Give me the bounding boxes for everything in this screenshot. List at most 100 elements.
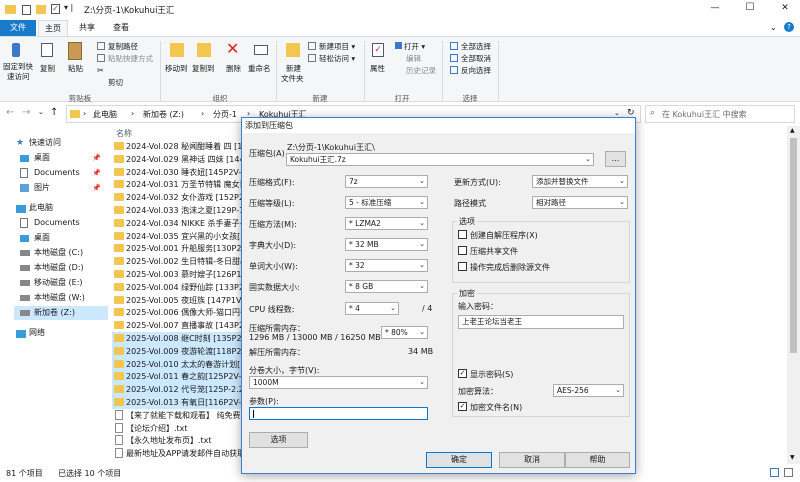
ribbon-collapse-icon[interactable]: ⌄: [770, 23, 777, 32]
file-row[interactable]: 【论坛介绍】.txt: [112, 422, 252, 435]
nav-disk-c[interactable]: 本地磁盘 (C:): [34, 246, 83, 260]
file-row[interactable]: 2024-Vol.034 NIKKE 杀手妻子-光: [112, 217, 252, 230]
history-button[interactable]: 历史记录: [406, 65, 436, 76]
encrypt-names-checkbox[interactable]: ✓: [458, 402, 467, 411]
breadcrumb-this-pc[interactable]: 此电脑: [93, 109, 117, 120]
file-row[interactable]: 2024-Vol.028 秘闻酣睡着 四 [136: [112, 140, 252, 153]
file-row[interactable]: 2025-Vol.005 夜班族 [147P1V-1.: [112, 294, 252, 307]
file-row[interactable]: 最新地址及APP请发邮件自动获取: [112, 447, 252, 460]
nav-pictures[interactable]: 图片: [34, 181, 50, 195]
tab-share[interactable]: 共享: [72, 20, 102, 36]
new-folder-qa-icon[interactable]: [36, 5, 46, 14]
options-button[interactable]: 选项: [249, 432, 308, 448]
properties-qa-icon[interactable]: [22, 5, 31, 15]
format-select[interactable]: 7z ⌄: [345, 175, 428, 188]
easy-access-button[interactable]: 轻松访问 ▾: [319, 53, 355, 64]
shared-checkbox[interactable]: [458, 246, 467, 255]
archive-name-combo[interactable]: Kokuhui王汇.7z ⌄: [286, 153, 594, 166]
nav-disk-d[interactable]: 本地磁盘 (D:): [34, 261, 84, 275]
update-select[interactable]: 添加并替换文件 ⌄: [532, 175, 628, 188]
close-button[interactable]: ✕: [775, 3, 795, 13]
back-icon[interactable]: ←: [6, 107, 14, 118]
up-icon[interactable]: ↑: [50, 107, 58, 118]
params-input[interactable]: [249, 407, 428, 420]
file-row[interactable]: 2024-Vol.030 睡衣妞[145P2V-1.2: [112, 166, 252, 179]
file-row[interactable]: 2024-Vol.032 女仆游戏 [152P2V: [112, 191, 252, 204]
split-combo[interactable]: 1000M ⌄: [249, 376, 428, 389]
file-row[interactable]: 2025-Vol.008 继C时刻 [135P2V-: [112, 332, 252, 345]
solid-select[interactable]: * 8 GB ⌄: [345, 280, 428, 293]
breadcrumb-drive-z[interactable]: 新加卷 (Z:): [143, 109, 184, 120]
file-row[interactable]: 2025-Vol.002 生日特辑-冬日甜心: [112, 255, 252, 268]
open-button[interactable]: 打开 ▾: [404, 41, 425, 52]
delete-after-checkbox[interactable]: [458, 262, 467, 271]
select-all-button[interactable]: 全部选择: [461, 41, 491, 52]
scroll-up-icon[interactable]: ▲: [790, 127, 795, 134]
file-row[interactable]: 2025-Vol.012 代号笼[125P-2.26G: [112, 383, 252, 397]
file-row[interactable]: 2024-Vol.033 泡沫之夏[129P-1.3: [112, 204, 252, 217]
scroll-down-icon[interactable]: ▼: [790, 454, 795, 461]
file-row[interactable]: 2024-Vol.035 宜兴黑的小女孩[15: [112, 230, 252, 243]
nav-disk-z[interactable]: 新加卷 (Z:): [34, 306, 75, 320]
sfx-checkbox[interactable]: [458, 230, 467, 239]
file-row[interactable]: 2024-Vol.031 万圣节特辑 魔女狂: [112, 178, 252, 191]
maximize-button[interactable]: ☐: [740, 2, 760, 13]
tab-home[interactable]: 主页: [38, 20, 68, 36]
nav-pc-documents[interactable]: Documents: [34, 216, 80, 230]
file-row[interactable]: 2025-Vol.006 偶像大师-猫口円香: [112, 306, 252, 319]
help-button[interactable]: 帮助: [565, 452, 630, 468]
cpu-select[interactable]: * 4 ⌄: [345, 302, 399, 315]
file-row[interactable]: 【永久地址发布页】.txt: [112, 434, 252, 447]
cancel-button[interactable]: 取消: [499, 452, 565, 468]
level-select[interactable]: 5 - 标准压缩 ⌄: [345, 196, 428, 209]
nav-disk-w[interactable]: 本地磁盘 (W:): [34, 291, 85, 305]
file-row[interactable]: 2025-Vol.011 春之韵[125P2V-1.6: [112, 370, 252, 384]
scroll-thumb[interactable]: [790, 138, 797, 353]
invert-selection-button[interactable]: 反向选择: [461, 65, 491, 76]
file-row[interactable]: 2024-Vol.029 黑神话 四妹 [144P2: [112, 153, 252, 166]
nav-documents[interactable]: Documents: [34, 166, 80, 180]
paste-shortcut-button[interactable]: 粘贴快捷方式: [108, 53, 153, 64]
qa-dropdown-icon[interactable]: ▾ |: [64, 3, 73, 12]
tab-view[interactable]: 查看: [106, 20, 136, 36]
recent-chevron-icon[interactable]: ⌄: [38, 108, 44, 116]
method-select[interactable]: * LZMA2 ⌄: [345, 217, 428, 230]
password-input[interactable]: 上老王论坛当老王: [458, 315, 624, 329]
file-row[interactable]: 2025-Vol.007 直播事故 [143P2V: [112, 319, 252, 332]
browse-button[interactable]: ...: [605, 151, 626, 167]
nav-pc-desktop[interactable]: 桌面: [34, 231, 50, 245]
select-none-button[interactable]: 全部取消: [461, 53, 491, 64]
forward-icon[interactable]: →: [22, 107, 30, 118]
tab-file[interactable]: 文件: [0, 20, 36, 36]
show-password-checkbox[interactable]: ✓: [458, 369, 467, 378]
word-select[interactable]: * 32 ⌄: [345, 259, 428, 272]
file-row[interactable]: 2025-Vol.004 绿野仙踪 [133P2V-: [112, 281, 252, 294]
nav-desktop[interactable]: 桌面: [34, 151, 50, 165]
nav-network[interactable]: 网络: [29, 326, 45, 340]
copy-path-button[interactable]: 复制路径: [108, 41, 138, 52]
address-dropdown-icon[interactable]: ⌄: [614, 109, 620, 117]
file-row[interactable]: 2025-Vol.013 有氧日[116P2V-2G: [112, 396, 252, 409]
nav-this-pc[interactable]: 此电脑: [29, 201, 53, 215]
search-box[interactable]: ⌕ 在 Kokuhui王汇 中搜索: [645, 105, 795, 123]
dict-select[interactable]: * 32 MB ⌄: [345, 238, 428, 251]
check-qa-icon[interactable]: ✓: [51, 4, 60, 14]
help-icon[interactable]: ?: [784, 22, 794, 32]
path-mode-select[interactable]: 相对路径 ⌄: [532, 196, 628, 209]
file-row[interactable]: 【来了就能下载和观看】 纯免费！: [112, 409, 252, 422]
details-view-icon[interactable]: [770, 468, 779, 477]
edit-button[interactable]: 编辑: [406, 53, 421, 64]
scrollbar[interactable]: ▲ ▼: [787, 126, 800, 464]
file-row[interactable]: 2025-Vol.003 慕时嫂子[126P1V-7: [112, 268, 252, 281]
nav-disk-e[interactable]: 移动磁盘 (E:): [34, 276, 83, 290]
file-row[interactable]: 2025-Vol.010 太太的春游计划[13: [112, 357, 252, 371]
breadcrumb-page-1[interactable]: 分页-1: [213, 109, 237, 120]
nav-quick-access[interactable]: 快速访问: [29, 136, 61, 150]
mem-percent-select[interactable]: * 80% ⌄: [381, 326, 428, 339]
file-row[interactable]: 2025-Vol.009 夜游轮渡[118P2V-: [112, 344, 252, 358]
cut-button[interactable]: 剪切: [108, 77, 123, 88]
minimize-button[interactable]: —: [705, 3, 725, 13]
ok-button[interactable]: 确定: [426, 452, 492, 468]
tiles-view-icon[interactable]: [784, 468, 793, 477]
new-item-button[interactable]: 新建项目 ▾: [319, 41, 355, 52]
